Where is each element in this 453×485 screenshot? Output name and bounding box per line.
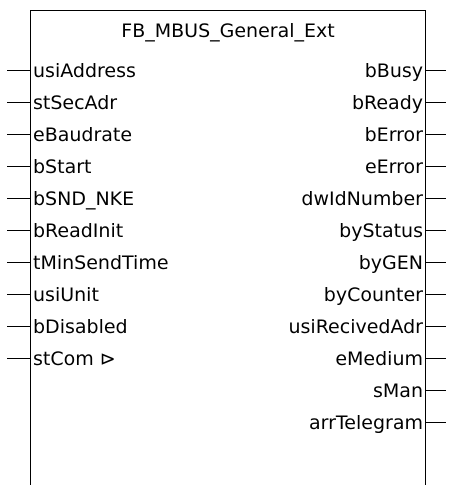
input-bdisabled: bDisabled	[33, 316, 128, 338]
output-berror: bError	[364, 124, 423, 146]
output-usirecivedadr: usiRecivedAdr	[288, 316, 423, 338]
output-wire	[426, 422, 446, 423]
input-bstart: bStart	[33, 156, 92, 178]
input-usiaddress: usiAddress	[33, 60, 136, 82]
output-wire	[426, 102, 446, 103]
input-wire	[7, 134, 30, 135]
output-wire	[426, 70, 446, 71]
output-bycounter: byCounter	[323, 284, 423, 306]
input-bsnd-nke: bSND_NKE	[33, 188, 135, 210]
output-sman: sMan	[373, 380, 423, 402]
output-bready: bReady	[351, 92, 423, 114]
input-ebaudrate: eBaudrate	[33, 124, 133, 146]
input-wire	[7, 198, 30, 199]
input-stsecadr: stSecAdr	[33, 92, 118, 114]
output-bystatus: byStatus	[339, 220, 423, 242]
output-wire	[426, 262, 446, 263]
output-wire	[426, 326, 446, 327]
input-tminsendtime: tMinSendTime	[33, 252, 169, 274]
block-title: FB_MBUS_General_Ext	[121, 20, 335, 42]
output-wire	[426, 134, 446, 135]
output-wire	[426, 166, 446, 167]
output-wire	[426, 198, 446, 199]
input-stcom: stCom ⊳	[33, 348, 116, 370]
output-bygen: byGEN	[358, 252, 423, 274]
output-wire	[426, 230, 446, 231]
output-dwidnumber: dwIdNumber	[301, 188, 423, 210]
input-wire	[7, 230, 30, 231]
input-usiunit: usiUnit	[33, 284, 99, 306]
function-block: FB_MBUS_General_Ext usiAddress stSecAdr …	[30, 10, 426, 485]
output-bbusy: bBusy	[364, 60, 423, 82]
output-wire	[426, 358, 446, 359]
input-wire	[7, 70, 30, 71]
input-wire	[7, 262, 30, 263]
output-eerror: eError	[364, 156, 423, 178]
input-wire	[7, 166, 30, 167]
input-breadinit: bReadInit	[33, 220, 124, 242]
input-wire	[7, 358, 30, 359]
output-arrtelegram: arrTelegram	[309, 412, 423, 434]
output-wire	[426, 390, 446, 391]
input-wire	[7, 102, 30, 103]
input-wire	[7, 294, 30, 295]
output-emedium: eMedium	[335, 348, 423, 370]
output-wire	[426, 294, 446, 295]
input-wire	[7, 326, 30, 327]
